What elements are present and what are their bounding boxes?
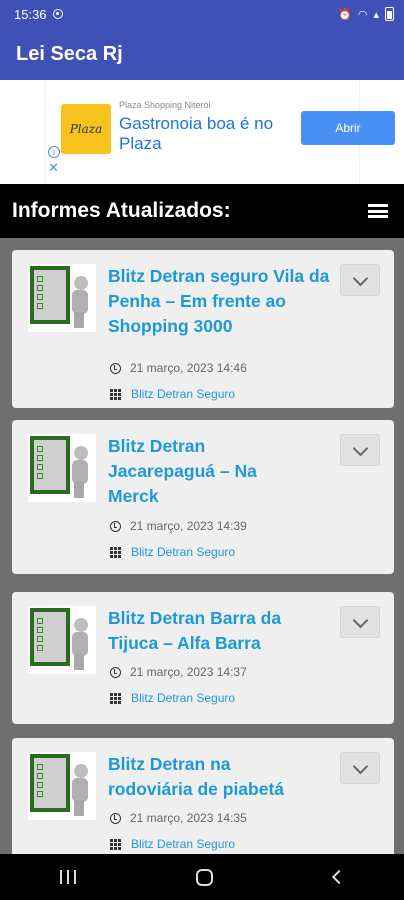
post-title[interactable]: Blitz Detran seguro Vila da Penha – Em f… bbox=[108, 264, 334, 339]
expand-chevron-icon[interactable] bbox=[340, 752, 380, 784]
ad-logo[interactable]: Plaza bbox=[61, 104, 111, 154]
post-category[interactable]: Blitz Detran Seguro bbox=[110, 691, 235, 705]
post-category-link[interactable]: Blitz Detran Seguro bbox=[131, 837, 235, 851]
category-grid-icon bbox=[110, 546, 121, 558]
post-date-text: 21 março, 2023 14:46 bbox=[130, 361, 247, 375]
clock-icon bbox=[110, 812, 121, 824]
post-category-link[interactable]: Blitz Detran Seguro bbox=[131, 545, 235, 559]
battery-icon bbox=[385, 7, 394, 21]
alarm-icon: ⏰ bbox=[338, 8, 352, 21]
notification-dot-icon bbox=[52, 9, 63, 19]
back-icon[interactable] bbox=[331, 869, 346, 885]
status-bar: 15:36 ⏰ ◠ ▴ bbox=[0, 0, 404, 28]
post-category[interactable]: Blitz Detran Seguro bbox=[110, 837, 235, 851]
post-title[interactable]: Blitz Detran Jacarepaguá – Na Merck bbox=[108, 434, 288, 509]
post-date: 21 março, 2023 14:39 bbox=[110, 519, 247, 533]
post-date: 21 março, 2023 14:35 bbox=[110, 811, 247, 825]
ad-sponsor: Plaza Shopping Niterói bbox=[119, 100, 211, 110]
post-thumbnail[interactable] bbox=[28, 264, 96, 332]
signal-icon: ▴ bbox=[373, 8, 379, 21]
expand-chevron-icon[interactable] bbox=[340, 264, 380, 296]
home-icon[interactable] bbox=[196, 868, 214, 886]
ad-content[interactable]: Plaza Plaza Shopping Niterói Gastronoia … bbox=[44, 80, 395, 184]
post-card[interactable]: Blitz Detran seguro Vila da Penha – Em f… bbox=[12, 250, 394, 408]
post-category-link[interactable]: Blitz Detran Seguro bbox=[131, 691, 235, 705]
post-date: 21 março, 2023 14:46 bbox=[110, 361, 247, 375]
system-nav-bar bbox=[0, 854, 404, 900]
section-header: Informes Atualizados: bbox=[0, 184, 404, 238]
list-menu-icon[interactable] bbox=[368, 204, 388, 218]
recents-icon[interactable] bbox=[60, 870, 77, 884]
clock-icon bbox=[110, 666, 121, 678]
post-category-link[interactable]: Blitz Detran Seguro bbox=[131, 387, 235, 401]
post-card[interactable]: Blitz Detran Jacarepaguá – Na Merck 21 m… bbox=[12, 420, 394, 574]
app-title: Lei Seca Rj bbox=[16, 42, 123, 65]
category-grid-icon bbox=[110, 692, 121, 704]
ad-banner[interactable]: Plaza Plaza Shopping Niterói Gastronoia … bbox=[0, 80, 404, 184]
post-category[interactable]: Blitz Detran Seguro bbox=[110, 387, 235, 401]
status-icons: ⏰ ◠ ▴ bbox=[338, 7, 394, 21]
category-grid-icon bbox=[110, 838, 121, 850]
post-date-text: 21 março, 2023 14:37 bbox=[130, 665, 247, 679]
post-date-text: 21 março, 2023 14:39 bbox=[130, 519, 247, 533]
post-card[interactable]: Blitz Detran Barra da Tijuca – Alfa Barr… bbox=[12, 592, 394, 724]
post-date-text: 21 março, 2023 14:35 bbox=[130, 811, 247, 825]
ad-logo-text: Plaza bbox=[69, 122, 103, 136]
clock-icon bbox=[110, 362, 121, 374]
ad-close-icon[interactable]: ✕ bbox=[48, 161, 59, 174]
wifi-icon: ◠ bbox=[357, 8, 368, 21]
app-bar: Lei Seca Rj bbox=[0, 28, 404, 80]
ad-headline[interactable]: Gastronoia boa é no Plaza bbox=[119, 114, 279, 154]
posts-feed[interactable]: Blitz Detran seguro Vila da Penha – Em f… bbox=[0, 238, 404, 854]
post-title[interactable]: Blitz Detran Barra da Tijuca – Alfa Barr… bbox=[108, 606, 334, 656]
category-grid-icon bbox=[110, 388, 121, 400]
expand-chevron-icon[interactable] bbox=[340, 434, 380, 466]
post-thumbnail[interactable] bbox=[28, 606, 96, 674]
ad-open-button[interactable]: Abrir bbox=[301, 111, 395, 145]
post-thumbnail[interactable] bbox=[28, 434, 96, 502]
post-category[interactable]: Blitz Detran Seguro bbox=[110, 545, 235, 559]
section-title: Informes Atualizados: bbox=[12, 199, 231, 222]
status-time: 15:36 bbox=[14, 6, 47, 22]
post-title[interactable]: Blitz Detran na rodoviária de piabetá bbox=[108, 752, 318, 802]
ad-info-icon[interactable]: i bbox=[48, 146, 60, 158]
post-card[interactable]: Blitz Detran na rodoviária de piabetá 21… bbox=[12, 738, 394, 854]
clock-icon bbox=[110, 520, 121, 532]
post-date: 21 março, 2023 14:37 bbox=[110, 665, 247, 679]
post-thumbnail[interactable] bbox=[28, 752, 96, 820]
expand-chevron-icon[interactable] bbox=[340, 606, 380, 638]
